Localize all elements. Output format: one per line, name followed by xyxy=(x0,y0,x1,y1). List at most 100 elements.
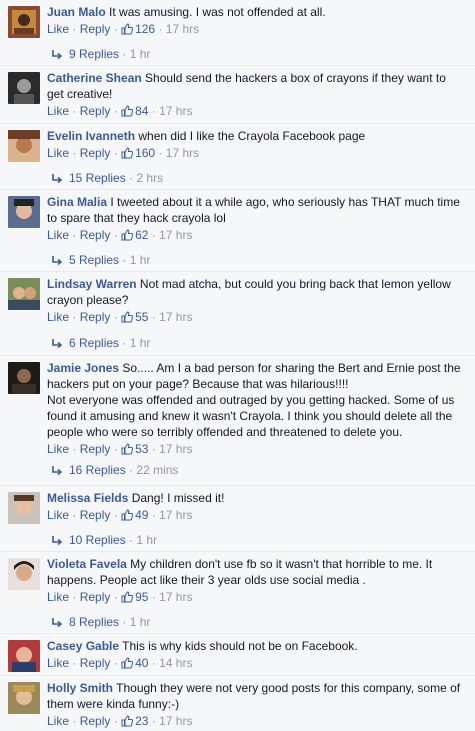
avatar[interactable] xyxy=(8,130,40,162)
view-replies-link[interactable]: 16 Replies · 22 mins xyxy=(51,462,178,481)
replies-timestamp: 1 hr xyxy=(129,47,151,61)
comment-actions: Like · Reply · 55 · 17 hrs xyxy=(47,309,461,327)
comment-actions: Like · Reply · 49 · 17 hrs xyxy=(47,507,461,525)
separator: · xyxy=(129,171,134,185)
comment-text: It was amusing. I was not offended at al… xyxy=(109,5,326,19)
comment-author[interactable]: Melissa Fields xyxy=(47,491,128,505)
like-count[interactable]: 40 xyxy=(121,656,148,670)
comment-timestamp[interactable]: 17 hrs xyxy=(159,590,192,604)
view-replies-link[interactable]: 15 Replies · 2 hrs xyxy=(51,170,163,189)
like-button[interactable]: Like xyxy=(47,310,69,324)
avatar[interactable] xyxy=(8,6,40,38)
avatar[interactable] xyxy=(8,278,40,310)
like-button[interactable]: Like xyxy=(47,714,69,728)
view-replies-link[interactable]: 5 Replies · 1 hr xyxy=(51,252,150,271)
like-button[interactable]: Like xyxy=(47,656,69,670)
comment-author[interactable]: Lindsay Warren xyxy=(47,277,137,291)
view-replies-link[interactable]: 9 Replies · 1 hr xyxy=(51,46,150,65)
thumbs-up-icon xyxy=(121,657,134,673)
reply-button[interactable]: Reply xyxy=(80,228,111,242)
comment-timestamp[interactable]: 17 hrs xyxy=(159,228,192,242)
reply-button[interactable]: Reply xyxy=(80,656,111,670)
like-button[interactable]: Like xyxy=(47,104,69,118)
thumbs-up-icon xyxy=(121,311,134,327)
comment-actions: Like · Reply · 62 · 17 hrs xyxy=(47,227,461,245)
replies-count[interactable]: 6 Replies xyxy=(69,336,119,350)
comment-author[interactable]: Catherine Shean xyxy=(47,71,142,85)
replies-count[interactable]: 15 Replies xyxy=(69,171,126,185)
reply-arrow-icon xyxy=(51,173,63,189)
comment-actions: Like · Reply · 53 · 17 hrs xyxy=(47,441,461,459)
reply-button[interactable]: Reply xyxy=(80,590,111,604)
thumbs-up-icon xyxy=(121,147,134,163)
comment-timestamp[interactable]: 17 hrs xyxy=(159,508,192,522)
comment-item: Melissa Fields Dang! I missed it! Like ·… xyxy=(0,486,475,552)
reply-button[interactable]: Reply xyxy=(80,104,111,118)
like-count[interactable]: 84 xyxy=(121,104,148,118)
comment-author[interactable]: Casey Gable xyxy=(47,639,119,653)
comment-timestamp[interactable]: 17 hrs xyxy=(159,442,192,456)
replies-count[interactable]: 5 Replies xyxy=(69,253,119,267)
comment-timestamp[interactable]: 17 hrs xyxy=(159,714,192,728)
comment-timestamp[interactable]: 17 hrs xyxy=(166,146,199,160)
comment-author[interactable]: Jamie Jones xyxy=(47,361,119,375)
like-button[interactable]: Like xyxy=(47,22,69,36)
separator: · xyxy=(151,104,156,118)
replies-count[interactable]: 9 Replies xyxy=(69,47,119,61)
like-count[interactable]: 55 xyxy=(121,310,148,324)
replies-count[interactable]: 10 Replies xyxy=(69,533,126,547)
reply-arrow-icon xyxy=(51,535,63,551)
like-count[interactable]: 23 xyxy=(121,714,148,728)
comment-timestamp[interactable]: 17 hrs xyxy=(159,310,192,324)
separator: · xyxy=(151,590,156,604)
avatar[interactable] xyxy=(8,558,40,590)
reply-button[interactable]: Reply xyxy=(80,508,111,522)
comment-author[interactable]: Holly Smith xyxy=(47,681,113,695)
reply-button[interactable]: Reply xyxy=(80,310,111,324)
reply-arrow-icon xyxy=(51,338,63,354)
reply-button[interactable]: Reply xyxy=(80,442,111,456)
like-button[interactable]: Like xyxy=(47,442,69,456)
view-replies-link[interactable]: 6 Replies · 1 hr xyxy=(51,335,150,354)
reply-button[interactable]: Reply xyxy=(80,146,111,160)
avatar[interactable] xyxy=(8,362,40,394)
like-count[interactable]: 160 xyxy=(121,146,155,160)
replies-timestamp: 1 hr xyxy=(129,615,151,629)
like-count[interactable]: 53 xyxy=(121,442,148,456)
comment-timestamp[interactable]: 14 hrs xyxy=(159,656,192,670)
replies-count[interactable]: 8 Replies xyxy=(69,615,119,629)
view-replies-link[interactable]: 10 Replies · 1 hr xyxy=(51,532,157,551)
view-replies-link[interactable]: 8 Replies · 1 hr xyxy=(51,614,150,633)
comment-text: Dang! I missed it! xyxy=(131,491,225,505)
like-count[interactable]: 95 xyxy=(121,590,148,604)
comment-author[interactable]: Gina Malia xyxy=(47,195,107,209)
avatar[interactable] xyxy=(8,682,40,714)
comment-author[interactable]: Violeta Favela xyxy=(47,557,127,571)
separator: · xyxy=(151,310,156,324)
replies-count[interactable]: 16 Replies xyxy=(69,463,126,477)
comment-author[interactable]: Juan Malo xyxy=(47,5,106,19)
like-count[interactable]: 126 xyxy=(121,22,155,36)
like-button[interactable]: Like xyxy=(47,146,69,160)
like-button[interactable]: Like xyxy=(47,590,69,604)
thumbs-up-icon xyxy=(121,715,134,731)
separator: · xyxy=(72,508,77,522)
like-button[interactable]: Like xyxy=(47,508,69,522)
comment-item: Jamie Jones So..... Am I a bad person fo… xyxy=(0,356,475,486)
avatar[interactable] xyxy=(8,640,40,672)
avatar[interactable] xyxy=(8,196,40,228)
reply-button[interactable]: Reply xyxy=(80,22,111,36)
replies-timestamp: 1 hr xyxy=(129,336,151,350)
like-count[interactable]: 49 xyxy=(121,508,148,522)
like-count[interactable]: 62 xyxy=(121,228,148,242)
comment-actions: Like · Reply · 160 · 17 hrs xyxy=(47,145,461,163)
reply-button[interactable]: Reply xyxy=(80,714,111,728)
comment-timestamp[interactable]: 17 hrs xyxy=(159,104,192,118)
avatar[interactable] xyxy=(8,492,40,524)
avatar[interactable] xyxy=(8,72,40,104)
comment-author[interactable]: Evelin Ivanneth xyxy=(47,129,135,143)
separator: · xyxy=(113,590,118,604)
like-button[interactable]: Like xyxy=(47,228,69,242)
comment-timestamp[interactable]: 17 hrs xyxy=(166,22,199,36)
thumbs-up-icon xyxy=(121,443,134,459)
